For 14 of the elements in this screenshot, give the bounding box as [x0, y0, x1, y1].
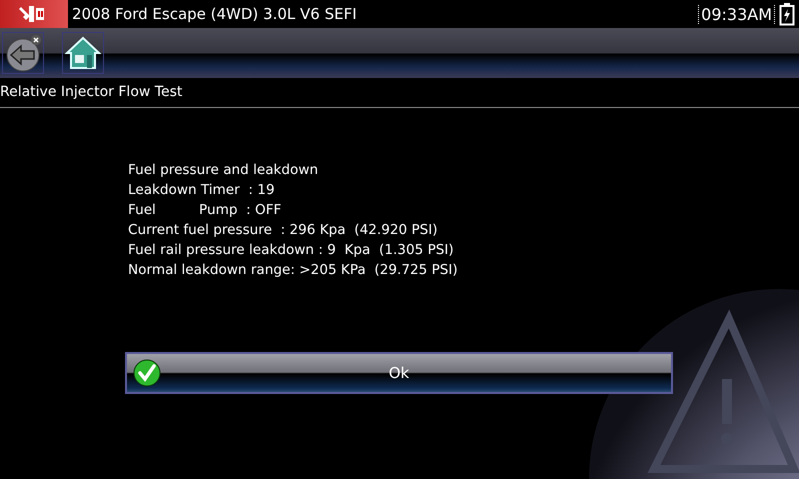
info-line: Fuel Pump : OFF: [128, 201, 282, 220]
home-button[interactable]: [62, 32, 104, 74]
info-line: Fuel pressure and leakdown: [128, 161, 320, 180]
info-line: Fuel rail pressure leakdown : 9 Kpa (1.305 PSI): [128, 241, 455, 260]
clock-time: 09:33AM: [698, 4, 775, 24]
checkmark-icon: [133, 359, 161, 387]
battery-icon: [779, 2, 795, 26]
info-line: Current fuel pressure : 296 Kpa (42.920 PSI): [128, 221, 439, 240]
screen-title: Relative Injector Flow Test: [0, 78, 799, 108]
info-line: Normal leakdown range: >205 KPa (29.725 PSI): [128, 261, 459, 280]
back-button[interactable]: [2, 32, 44, 74]
info-line: Leakdown Timer : 19: [128, 181, 276, 200]
vehicle-title: 2008 Ford Escape (4WD) 3.0L V6 SEFI: [72, 5, 358, 23]
ok-button[interactable]: Ok: [125, 352, 673, 394]
